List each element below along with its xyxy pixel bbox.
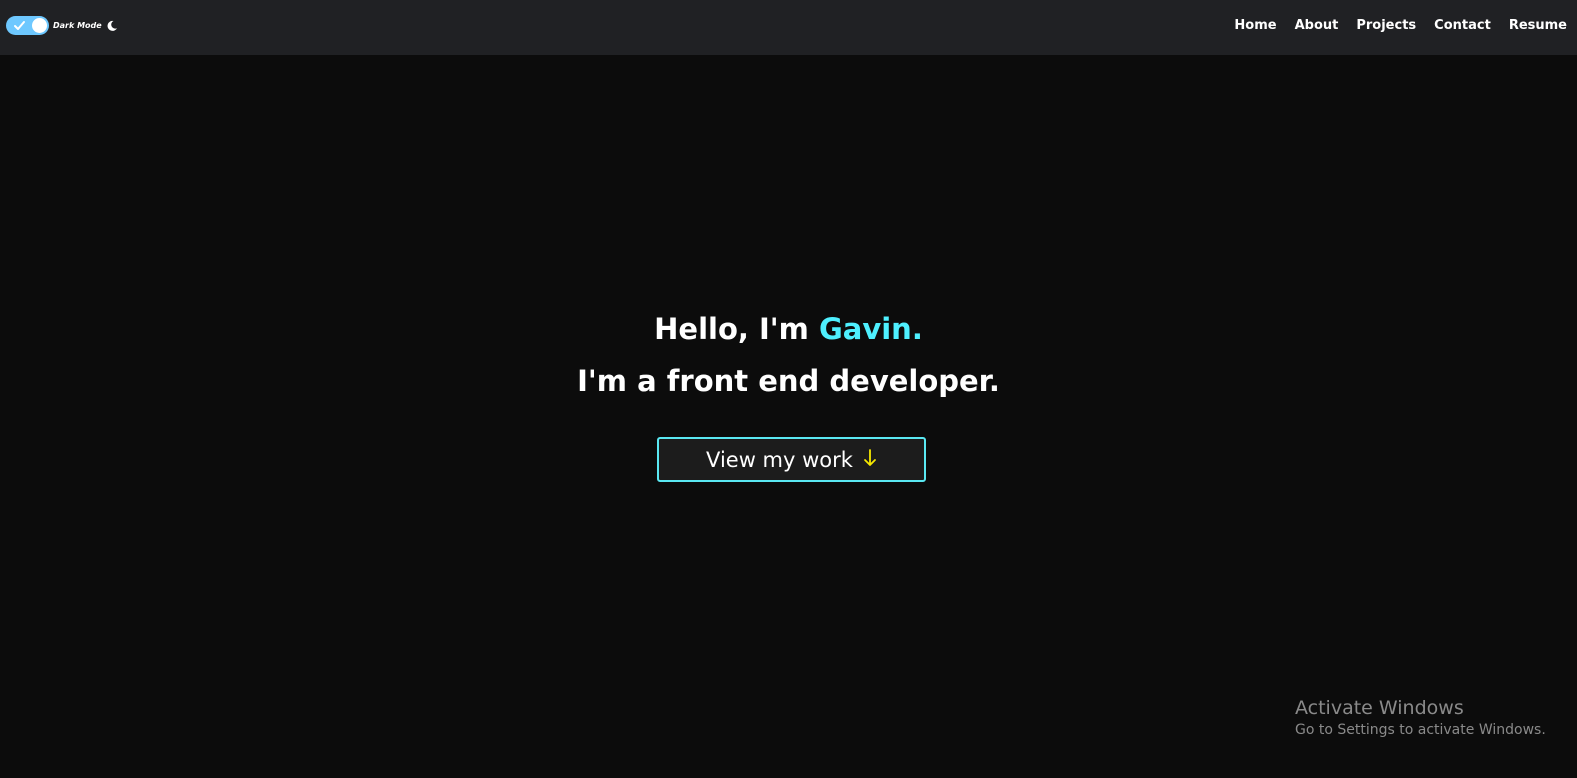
hero-section: Hello, I'm Gavin. I'm a front end develo…	[0, 55, 1577, 778]
nav-link-contact[interactable]: Contact	[1434, 18, 1491, 33]
nav-link-about[interactable]: About	[1295, 18, 1339, 33]
dark-mode-toggle[interactable]	[6, 16, 49, 35]
arrow-down-icon	[864, 448, 876, 466]
view-my-work-button[interactable]: View my work	[657, 437, 926, 482]
nav-link-home[interactable]: Home	[1234, 18, 1276, 33]
hero-tagline: I'm a front end developer.	[577, 364, 1000, 398]
nav-link-projects[interactable]: Projects	[1356, 18, 1416, 33]
toggle-knob	[32, 18, 47, 33]
nav-links: Home About Projects Contact Resume	[1216, 0, 1567, 51]
dark-mode-label: Dark Mode	[53, 21, 102, 30]
watermark-subtitle: Go to Settings to activate Windows.	[1295, 722, 1546, 738]
activate-windows-watermark: Activate Windows Go to Settings to activ…	[1295, 697, 1546, 738]
view-my-work-label: View my work	[706, 447, 853, 472]
dark-mode-toggle-group: Dark Mode	[6, 16, 118, 35]
hero-greeting: Hello, I'm Gavin.	[0, 312, 1577, 346]
watermark-title: Activate Windows	[1295, 697, 1464, 719]
navbar: Dark Mode Home About Projects Contact Re…	[0, 0, 1577, 55]
nav-link-resume[interactable]: Resume	[1509, 18, 1567, 33]
moon-icon	[107, 20, 117, 31]
check-icon	[14, 21, 25, 30]
hero-name: Gavin.	[818, 312, 923, 346]
greeting-prefix: Hello, I'm	[654, 312, 819, 346]
